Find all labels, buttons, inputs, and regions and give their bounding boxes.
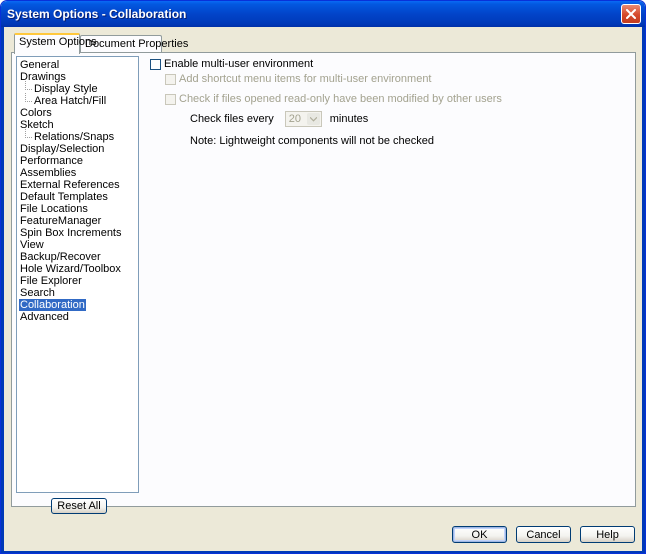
tree-item-label: Colors: [20, 107, 52, 119]
tree-item-file-locations[interactable]: File Locations: [19, 203, 138, 215]
check-readonly-row: Check if files opened read-only have bee…: [165, 93, 502, 105]
tree-item-view[interactable]: View: [19, 239, 138, 251]
tree-item-label: File Locations: [20, 203, 88, 215]
tree-item-label: External References: [20, 179, 120, 191]
tree-item-display-style[interactable]: Display Style: [19, 81, 138, 95]
tree-item-display-selection[interactable]: Display/Selection: [19, 143, 138, 155]
tree-item-area-hatch-fill[interactable]: Area Hatch/Fill: [19, 93, 138, 107]
title-bar[interactable]: System Options - Collaboration: [1, 1, 645, 27]
tree-item-label: Spin Box Increments: [20, 227, 122, 239]
tree-item-collaboration[interactable]: Collaboration: [19, 299, 138, 311]
lightweight-note: Note: Lightweight components will not be…: [190, 135, 434, 147]
tree-item-general[interactable]: General: [19, 59, 138, 71]
check-interval-unit: minutes: [329, 113, 369, 125]
tree-item-label: Area Hatch/Fill: [34, 95, 107, 107]
window-border-right: [642, 27, 645, 553]
add-shortcut-checkbox: [165, 73, 176, 85]
tree-item-label: Display Style: [34, 83, 98, 95]
tree-item-label: Hole Wizard/Toolbox: [20, 263, 121, 275]
tree-item-assemblies[interactable]: Assemblies: [19, 167, 138, 179]
dialog-client-area: System Options Document Properties Gener…: [4, 27, 642, 551]
tree-item-file-explorer[interactable]: File Explorer: [19, 275, 138, 287]
chevron-down-icon: [306, 113, 320, 125]
tab-panel: General Drawings Display Style Area Hatch/F…: [11, 52, 636, 514]
tree-item-external-references[interactable]: External References: [19, 179, 138, 191]
tree-item-default-templates[interactable]: Default Templates: [19, 191, 138, 203]
tree-item-label: Default Templates: [20, 191, 108, 203]
options-tree[interactable]: General Drawings Display Style Area Hatch/F…: [16, 56, 139, 493]
tree-item-sketch[interactable]: Sketch: [19, 119, 138, 131]
tree-item-label: Collaboration: [19, 299, 86, 311]
help-button[interactable]: Help: [580, 526, 635, 543]
options-dialog: System Options - Collaboration System Op…: [0, 0, 646, 554]
tree-item-label: View: [20, 239, 44, 251]
tree-item-label: Assemblies: [20, 167, 77, 179]
ok-button[interactable]: OK: [452, 526, 507, 543]
tree-item-label: General: [20, 59, 60, 71]
check-interval-combo: 20: [284, 111, 322, 127]
tree-item-label: FeatureManager: [20, 215, 102, 227]
tree-item-featuremanager[interactable]: FeatureManager: [19, 215, 138, 227]
add-shortcut-label: Add shortcut menu items for multi-user e…: [179, 73, 432, 85]
check-interval-value: 20: [288, 113, 302, 125]
tree-item-advanced[interactable]: Advanced: [19, 311, 138, 323]
tree-item-relations-snaps[interactable]: Relations/Snaps: [19, 129, 138, 143]
close-icon: [626, 9, 636, 19]
tree-item-drawings[interactable]: Drawings: [19, 71, 138, 83]
enable-multi-user-label: Enable multi-user environment: [164, 58, 314, 70]
tree-item-label: Relations/Snaps: [34, 131, 115, 143]
tree-item-hole-wizard-toolbox[interactable]: Hole Wizard/Toolbox: [19, 263, 138, 275]
tree-item-label: Performance: [20, 155, 83, 167]
cancel-button[interactable]: Cancel: [516, 526, 571, 543]
tree-item-search[interactable]: Search: [19, 287, 138, 299]
tree-item-label: Advanced: [20, 311, 69, 323]
add-shortcut-row: Add shortcut menu items for multi-user e…: [165, 73, 432, 85]
tree-item-label: Search: [20, 287, 55, 299]
enable-multi-user-checkbox[interactable]: [150, 58, 161, 70]
tree-item-label: File Explorer: [20, 275, 82, 287]
check-files-every-label: Check files every: [190, 113, 274, 125]
tree-item-label: Backup/Recover: [20, 251, 101, 263]
check-readonly-checkbox: [165, 93, 176, 105]
tree-item-label: Display/Selection: [20, 143, 105, 155]
check-readonly-label: Check if files opened read-only have bee…: [179, 93, 502, 105]
tab-system-options[interactable]: System Options: [14, 33, 97, 54]
tree-item-backup-recover[interactable]: Backup/Recover: [19, 251, 138, 263]
close-button[interactable]: [621, 4, 641, 24]
check-files-every-row: Check files every 20 minutes: [190, 111, 368, 127]
tree-item-spin-box-increments[interactable]: Spin Box Increments: [19, 227, 138, 239]
window-title: System Options - Collaboration: [7, 7, 187, 21]
tree-item-colors[interactable]: Colors: [19, 107, 138, 119]
tree-item-performance[interactable]: Performance: [19, 155, 138, 167]
enable-multi-user-row[interactable]: Enable multi-user environment: [150, 58, 313, 70]
reset-all-button[interactable]: Reset All: [51, 498, 107, 514]
